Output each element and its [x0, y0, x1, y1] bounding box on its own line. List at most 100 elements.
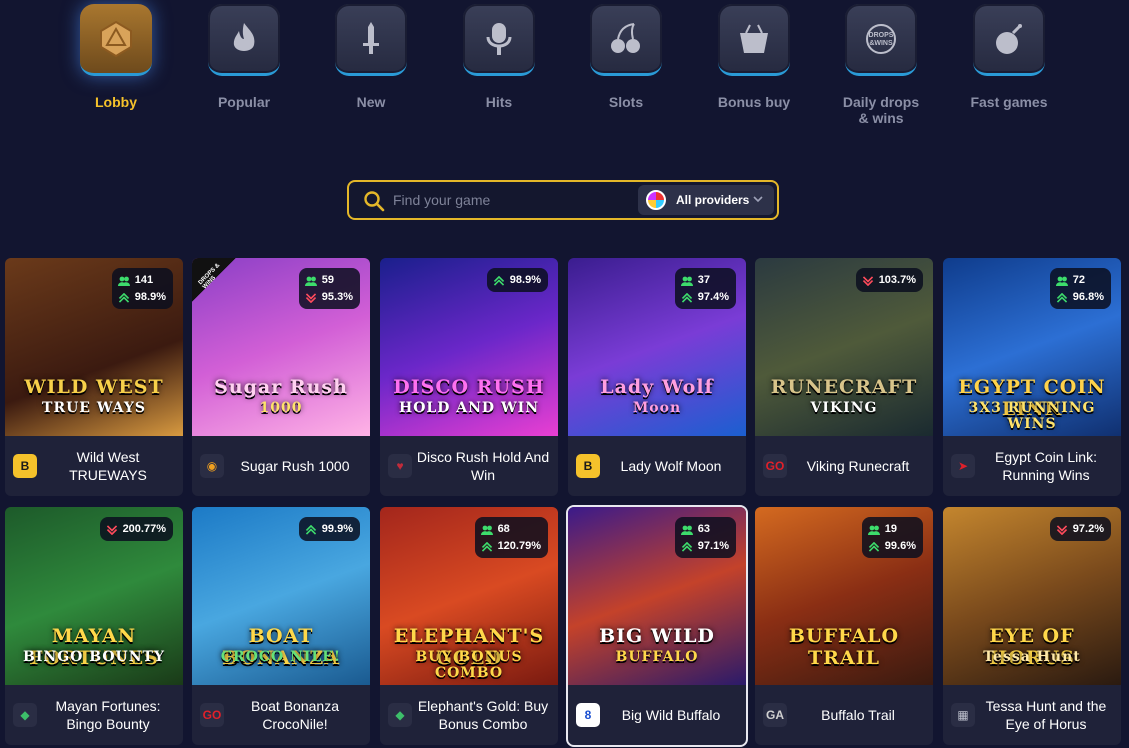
game-thumbnail[interactable]: 98.9% DISCO RUSH HOLD AND WIN — [380, 258, 558, 436]
game-stats: 99.9% — [298, 517, 360, 541]
category-fast-games[interactable]: Fast games — [964, 0, 1054, 110]
game-name[interactable]: Mayan Fortunes: Bingo Bounty — [41, 695, 175, 735]
rtp-value: 95.3% — [321, 291, 353, 303]
game-name[interactable]: Viking Runecraft — [791, 446, 925, 486]
game-thumbnail[interactable]: 19 99.6% BUFFALO TRAIL — [755, 507, 933, 685]
green-diamond-icon: ◆ — [13, 703, 37, 727]
players-count: 19 — [884, 523, 898, 535]
art-subtitle: BUFFALO — [615, 649, 699, 665]
bomb-icon — [996, 23, 1022, 54]
art-title: DISCO RUSH — [393, 376, 545, 398]
drops-wins-badge: DROPS & WINS — [192, 258, 236, 302]
game-card[interactable]: 99.9% BOAT BONANZA CROCO NILE! GO Boat Bonan… — [192, 507, 370, 745]
art-subtitle: BINGO BOUNTY — [23, 649, 165, 665]
game-thumbnail[interactable]: 200.77% MAYAN FORTUNES BINGO BOUNTY — [5, 507, 183, 685]
basket-icon — [740, 24, 768, 53]
game-footer: B Wild West TRUEWAYS — [5, 436, 183, 496]
category-hits[interactable]: Hits — [454, 0, 544, 110]
playngo-icon: GO — [200, 703, 224, 727]
category-tile — [718, 4, 790, 76]
rtp-trend-icon — [868, 541, 879, 552]
game-name[interactable]: Elephant's Gold: Buy Bonus Combo — [416, 695, 550, 735]
rtp-value: 97.4% — [697, 291, 729, 303]
rtp-trend-icon — [305, 524, 316, 535]
category-tile: DROPS &WINS — [845, 4, 917, 76]
game-name[interactable]: Wild West TRUEWAYS — [41, 446, 175, 486]
game-card[interactable]: 103.7% RUNECRAFT VIKING GO Viking Runecraft — [755, 258, 933, 496]
evoplay-icon: ➤ — [951, 454, 975, 478]
providers-dropdown[interactable]: All providers — [638, 185, 774, 215]
game-card[interactable]: 72 96.8% EGYPT COIN LINK 3X3 RUNNING WINS ➤ E… — [943, 258, 1121, 496]
category-tile — [463, 4, 535, 76]
game-card[interactable]: 68 120.79% ELEPHANT'S GOLD BUY BONUS COMBO ◆… — [380, 507, 558, 745]
art-title: BIG WILD — [599, 625, 715, 647]
rtp-value: 99.9% — [321, 523, 353, 535]
art-title: WILD WEST — [24, 376, 164, 398]
players-icon — [304, 276, 317, 286]
game-thumbnail[interactable]: 141 98.9% WILD WEST TRUE WAYS — [5, 258, 183, 436]
players-count: 68 — [497, 523, 510, 535]
game-name[interactable]: Tessa Hunt and the Eye of Horus — [979, 695, 1113, 735]
game-thumbnail[interactable]: 72 96.8% EGYPT COIN LINK 3X3 RUNNING WINS — [943, 258, 1121, 436]
game-name[interactable]: Big Wild Buffalo — [604, 695, 738, 735]
category-popular[interactable]: Popular — [199, 0, 289, 110]
gameart-icon: GA — [763, 703, 787, 727]
game-thumbnail[interactable]: 37 97.4% Lady Wolf Moon — [568, 258, 746, 436]
art-title: Sugar Rush — [214, 376, 348, 398]
category-slots[interactable]: Slots — [581, 0, 671, 110]
art-subtitle: Moon — [632, 400, 682, 416]
rtp-value: 96.8% — [1072, 291, 1104, 303]
game-stats: 68 120.79% — [474, 517, 548, 558]
game-name[interactable]: Egypt Coin Link: Running Wins — [979, 446, 1113, 486]
category-bonus-buy[interactable]: Bonus buy — [709, 0, 799, 110]
game-name[interactable]: Disco Rush Hold And Win — [416, 446, 550, 486]
game-stats: 200.77% — [99, 517, 173, 541]
players-count: 63 — [697, 523, 711, 535]
booongo-heart-icon: ♥ — [388, 454, 412, 478]
game-thumbnail[interactable]: 103.7% RUNECRAFT VIKING — [755, 258, 933, 436]
art-subtitle: Tessa Hunt — [983, 649, 1081, 665]
search-icon — [364, 191, 385, 212]
playngo-icon: GO — [763, 454, 787, 478]
game-name[interactable]: Sugar Rush 1000 — [228, 446, 362, 486]
art-title: Lady Wolf — [600, 376, 714, 398]
game-thumbnail[interactable]: 97.2% EYE OF HORUS Tessa Hunt — [943, 507, 1121, 685]
game-stats: 63 97.1% — [674, 517, 736, 558]
players-icon — [680, 276, 693, 286]
game-footer: ◉ Sugar Rush 1000 — [192, 436, 370, 496]
game-thumbnail[interactable]: 63 97.1% BIG WILD BUFFALO — [568, 507, 746, 685]
game-search-bar: All providers — [347, 180, 779, 220]
players-count: 141 — [134, 274, 154, 286]
category-nav: Lobby Popular New Hits Slots Bonus buy D… — [0, 0, 1129, 150]
art-subtitle: CROCO NILE! — [220, 649, 342, 665]
game-thumbnail[interactable]: 99.9% BOAT BONANZA CROCO NILE! — [192, 507, 370, 685]
game-name[interactable]: Buffalo Trail — [791, 695, 925, 735]
game-stats: 37 97.4% — [674, 268, 736, 309]
category-label: New — [356, 94, 386, 110]
game-footer: GA Buffalo Trail — [755, 685, 933, 745]
art-subtitle: VIKING — [810, 400, 878, 416]
sword-icon — [363, 21, 379, 54]
art-title: RUNECRAFT — [770, 376, 918, 398]
game-name[interactable]: Boat Bonanza CrocoNile! — [228, 695, 362, 735]
game-card[interactable]: 98.9% DISCO RUSH HOLD AND WIN ♥ Disco Rush H… — [380, 258, 558, 496]
category-daily-drops[interactable]: DROPS &WINS Daily drops & wins — [836, 0, 926, 126]
game-thumbnail[interactable]: DROPS & WINS 59 95.3% Sugar Rush 1000 — [192, 258, 370, 436]
game-card[interactable]: 97.2% EYE OF HORUS Tessa Hunt ▦ Tessa Hunt a… — [943, 507, 1121, 745]
rtp-trend-icon — [493, 275, 504, 286]
game-card[interactable]: 141 98.9% WILD WEST TRUE WAYS B Wild West TRU… — [5, 258, 183, 496]
game-name[interactable]: Lady Wolf Moon — [604, 446, 738, 486]
game-card[interactable]: 200.77% MAYAN FORTUNES BINGO BOUNTY ◆ Mayan … — [5, 507, 183, 745]
game-card[interactable]: DROPS & WINS 59 95.3% Sugar Rush 1000 ◉ Sugar … — [192, 258, 370, 496]
game-card[interactable]: 63 97.1% BIG WILD BUFFALO 8 Big Wild Buffalo — [566, 505, 748, 747]
category-new[interactable]: New — [326, 0, 416, 110]
category-label: Slots — [608, 94, 644, 110]
category-lobby[interactable]: Lobby — [71, 0, 161, 110]
rtp-trend-icon — [862, 275, 873, 286]
players-icon — [867, 525, 880, 535]
category-label: Fast games — [970, 94, 1048, 110]
game-card[interactable]: 19 99.6% BUFFALO TRAIL GA Buffalo Trail — [755, 507, 933, 745]
game-thumbnail[interactable]: 68 120.79% ELEPHANT'S GOLD BUY BONUS COMBO — [380, 507, 558, 685]
search-input[interactable] — [393, 188, 633, 212]
game-card[interactable]: 37 97.4% Lady Wolf Moon B Lady Wolf Moon — [568, 258, 746, 496]
